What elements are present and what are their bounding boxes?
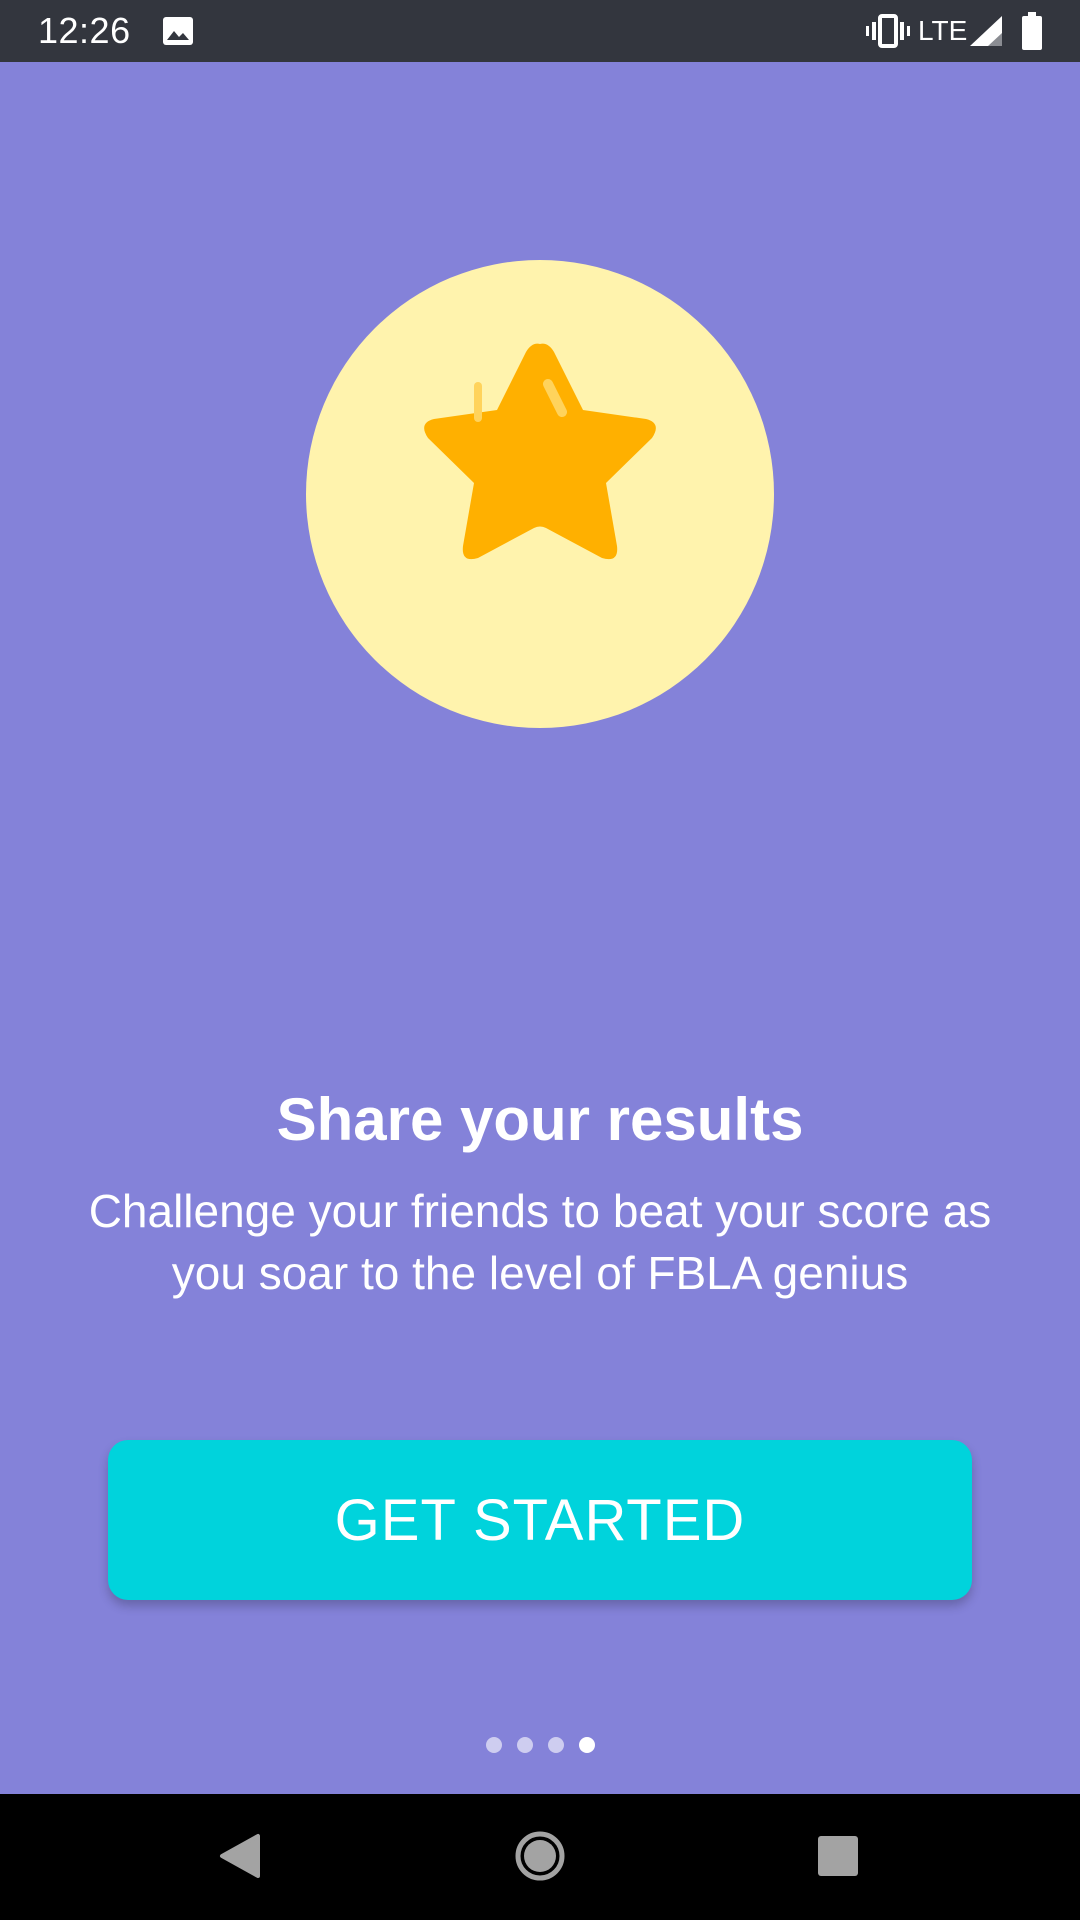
slide-title: Share your results	[276, 1086, 804, 1153]
page-dot[interactable]	[485, 1737, 502, 1753]
slide-description: Challenge your friends to beat your scor…	[20, 1180, 1060, 1304]
home-button[interactable]	[500, 1816, 580, 1896]
page-indicator	[0, 1737, 1080, 1753]
get-started-button[interactable]: GET STARTED	[108, 1440, 972, 1600]
back-icon	[220, 1834, 260, 1878]
vibrate-icon	[866, 14, 910, 48]
back-button[interactable]	[200, 1816, 280, 1896]
network-type-label: LTE	[918, 15, 968, 46]
home-icon	[515, 1831, 565, 1881]
image-icon	[163, 17, 193, 45]
star-illustration	[306, 260, 774, 728]
slide-description-line: you soar to the level of FBLA genius	[171, 1247, 909, 1299]
status-time: 12:26	[38, 10, 131, 51]
page-dot-active[interactable]	[578, 1737, 595, 1753]
slide-description-line: Challenge your friends to beat your scor…	[88, 1185, 992, 1237]
battery-icon	[1022, 12, 1042, 50]
page-dot[interactable]	[547, 1737, 564, 1753]
recents-icon	[818, 1836, 858, 1876]
status-bar: 12:26 LTE	[0, 0, 1080, 62]
page-dot[interactable]	[516, 1737, 533, 1753]
onboarding-screen: 12:26 LTE Share your results Challenge y…	[0, 0, 1080, 1920]
navigation-bar	[0, 1794, 1080, 1920]
recents-button[interactable]	[798, 1816, 878, 1896]
signal-icon	[970, 16, 1002, 46]
